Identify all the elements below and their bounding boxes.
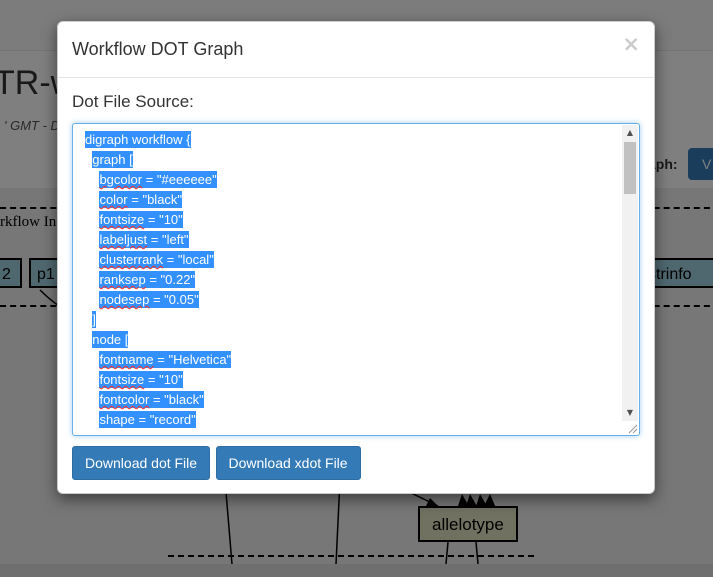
code-key: fontcolor: [99, 392, 150, 407]
scroll-thumb[interactable]: [624, 142, 636, 194]
selected-text: node [: [92, 331, 129, 348]
code-line: fontname = "Helvetica": [85, 350, 232, 370]
code-key: fontname: [99, 352, 154, 367]
selected-text: ]: [92, 311, 96, 328]
code-line: fontcolor = "black": [85, 390, 231, 410]
selected-text: ranksep = "0.22": [99, 271, 196, 288]
code-key: bgcolor: [99, 172, 143, 187]
code-value: = "0.05": [149, 292, 199, 307]
code-key: clusterrank: [99, 252, 164, 267]
code-value: = "black": [149, 392, 204, 407]
dot-source-code: digraph workflow { graph [ bgcolor = "#e…: [85, 130, 232, 430]
code-key: color: [99, 192, 128, 207]
code-line: digraph workflow {: [85, 130, 231, 150]
textarea-scrollbar[interactable]: ▲ ▼: [622, 125, 638, 421]
selected-text: digraph workflow {: [85, 131, 191, 148]
workflow-dot-modal: Workflow DOT Graph × Dot File Source: di…: [57, 21, 655, 494]
selected-text: color = "black": [99, 191, 183, 208]
code-key: nodesep: [99, 292, 150, 307]
code-key: ranksep: [99, 272, 146, 287]
dot-source-textarea[interactable]: digraph workflow { graph [ bgcolor = "#e…: [72, 123, 640, 436]
selected-text: clusterrank = "local": [99, 251, 214, 268]
code-value: = "Helvetica": [153, 352, 232, 367]
code-line: color = "black": [85, 190, 231, 210]
selected-text: fontcolor = "black": [99, 391, 204, 408]
code-line: node [: [85, 330, 231, 350]
code-line: nodesep = "0.05": [85, 290, 231, 310]
code-value: = "#eeeeee": [142, 172, 217, 187]
modal-body: Dot File Source: digraph workflow { grap…: [72, 92, 640, 436]
scroll-up-arrow-icon[interactable]: ▲: [622, 125, 638, 141]
code-key: fontsize: [99, 372, 145, 387]
selected-text: fontname = "Helvetica": [99, 351, 232, 368]
selected-text: labeljust = "left": [99, 231, 189, 248]
code-line: fontsize = "10": [85, 370, 231, 390]
selected-text: shape = "record": [99, 411, 196, 428]
code-line: fontsize = "10": [85, 210, 231, 230]
code-value: = "black": [127, 192, 183, 207]
code-line: ranksep = "0.22": [85, 270, 231, 290]
code-line: ]: [85, 310, 231, 330]
code-value: = "0.22": [145, 272, 196, 287]
code-line: graph [: [85, 150, 231, 170]
close-button[interactable]: ×: [622, 34, 640, 55]
code-value: = "left": [147, 232, 189, 247]
scroll-down-arrow-icon[interactable]: ▼: [622, 405, 638, 421]
download-dot-button[interactable]: Download dot File: [72, 446, 211, 480]
code-line: shape = "record": [85, 410, 231, 430]
selected-text: fontsize = "10": [99, 211, 183, 228]
code-value: = "10": [144, 212, 183, 227]
modal-header: Workflow DOT Graph ×: [58, 22, 654, 78]
selected-text: bgcolor = "#eeeeee": [99, 171, 217, 188]
dot-source-label: Dot File Source:: [72, 92, 194, 111]
modal-title: Workflow DOT Graph: [72, 39, 244, 59]
selected-text: graph [: [92, 151, 133, 168]
selected-text: nodesep = "0.05": [99, 291, 199, 308]
code-line: labeljust = "left": [85, 230, 231, 250]
resize-grip-icon[interactable]: [626, 422, 638, 434]
selected-text: fontsize = "10": [99, 371, 183, 388]
download-xdot-button[interactable]: Download xdot File: [215, 446, 361, 480]
code-line: clusterrank = "local": [85, 250, 231, 270]
code-key: fontsize: [99, 212, 145, 227]
code-key: labeljust: [99, 232, 148, 247]
download-buttons: Download dot File Download xdot File: [72, 446, 362, 480]
code-value: = "10": [144, 372, 183, 387]
code-line: bgcolor = "#eeeeee": [85, 170, 231, 190]
code-value: = "local": [163, 252, 214, 267]
